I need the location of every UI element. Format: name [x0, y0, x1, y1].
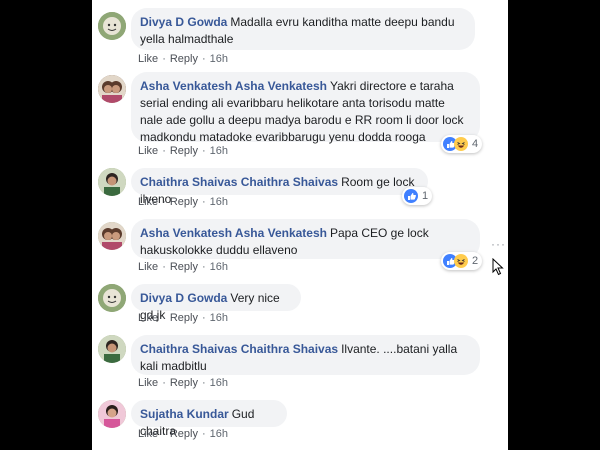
reaction-count: 4 [472, 138, 479, 150]
reaction-summary[interactable]: 2 [441, 252, 483, 270]
comment-meta: Like · Reply · 16h [138, 377, 228, 389]
comment-meta: Like · Reply · 16h [138, 312, 228, 324]
avatar[interactable] [98, 335, 126, 363]
like-link[interactable]: Like [138, 145, 158, 157]
reaction-count: 2 [472, 255, 479, 267]
comments-panel: Divya D Gowda Madalla evru kanditha matte… [92, 0, 508, 450]
comment-author[interactable]: Asha Venkatesh Asha Venkatesh [140, 226, 327, 240]
comment-bubble: Sujatha Kundar Gud chaitra [131, 400, 287, 438]
separator-dot: · [201, 261, 206, 273]
separator-dot: · [162, 428, 166, 440]
reply-link[interactable]: Reply [170, 145, 198, 157]
separator-dot: · [162, 377, 166, 389]
like-link[interactable]: Like [138, 312, 158, 324]
thumbs-up-icon [404, 189, 418, 203]
comment-timestamp[interactable]: 16h [210, 145, 228, 157]
reply-link[interactable]: Reply [170, 261, 198, 273]
separator-dot: · [162, 145, 166, 157]
like-link[interactable]: Like [138, 428, 158, 440]
comment-bubble: Chaithra Shaivas Chaithra Shaivas Ilvante… [131, 335, 480, 375]
comment-meta: Like · Reply · 16h [138, 196, 228, 208]
comment-timestamp[interactable]: 16h [210, 377, 228, 389]
separator-dot: · [201, 196, 206, 208]
avatar[interactable] [98, 222, 126, 250]
separator-dot: · [201, 312, 206, 324]
comment-bubble: Asha Venkatesh Asha Venkatesh Yakri direc… [131, 72, 480, 144]
avatar[interactable] [98, 400, 126, 428]
separator-dot: · [201, 145, 206, 157]
more-dots-icon[interactable]: ··· [491, 237, 506, 251]
avatar[interactable] [98, 75, 126, 103]
comment-author[interactable]: Divya D Gowda [140, 15, 227, 29]
separator-dot: · [162, 312, 166, 324]
reply-link[interactable]: Reply [170, 196, 198, 208]
comment-bubble: Divya D Gowda Madalla evru kanditha matte… [131, 8, 475, 50]
avatar[interactable] [98, 12, 126, 40]
separator-dot: · [162, 53, 166, 65]
like-link[interactable]: Like [138, 377, 158, 389]
separator-dot: · [201, 377, 206, 389]
comment-timestamp[interactable]: 16h [210, 196, 228, 208]
reaction-count: 1 [422, 190, 429, 202]
comment-meta: Like · Reply · 16h [138, 428, 228, 440]
mouse-cursor-icon [492, 257, 504, 281]
comment-bubble: Divya D Gowda Very nice gd jk [131, 284, 301, 322]
separator-dot: · [201, 428, 206, 440]
laughing-face-icon [454, 137, 468, 151]
comment-author[interactable]: Chaithra Shaivas Chaithra Shaivas [140, 342, 338, 356]
reply-link[interactable]: Reply [170, 428, 198, 440]
comment-timestamp[interactable]: 16h [210, 428, 228, 440]
comment-author[interactable]: Chaithra Shaivas Chaithra Shaivas [140, 175, 338, 189]
reaction-summary[interactable]: 4 [441, 135, 483, 153]
comment-bubble: Chaithra Shaivas Chaithra Shaivas Room ge… [131, 168, 428, 206]
avatar[interactable] [98, 168, 126, 196]
reaction-summary[interactable]: 1 [402, 187, 433, 205]
reply-link[interactable]: Reply [170, 312, 198, 324]
like-link[interactable]: Like [138, 261, 158, 273]
avatar[interactable] [98, 284, 126, 312]
comment-author[interactable]: Sujatha Kundar [140, 407, 229, 421]
comment-meta: Like · Reply · 16h [138, 261, 228, 273]
comment-meta: Like · Reply · 16h [138, 145, 228, 157]
comment-meta: Like · Reply · 16h [138, 53, 228, 65]
comment-author[interactable]: Asha Venkatesh Asha Venkatesh [140, 79, 327, 93]
separator-dot: · [162, 261, 166, 273]
comment-author[interactable]: Divya D Gowda [140, 291, 227, 305]
laughing-face-icon [454, 254, 468, 268]
like-link[interactable]: Like [138, 53, 158, 65]
like-link[interactable]: Like [138, 196, 158, 208]
comment-timestamp[interactable]: 16h [210, 312, 228, 324]
comment-timestamp[interactable]: 16h [210, 261, 228, 273]
reply-link[interactable]: Reply [170, 377, 198, 389]
separator-dot: · [201, 53, 206, 65]
reply-link[interactable]: Reply [170, 53, 198, 65]
comment-bubble: Asha Venkatesh Asha Venkatesh Papa CEO ge… [131, 219, 480, 259]
comment-timestamp[interactable]: 16h [210, 53, 228, 65]
separator-dot: · [162, 196, 166, 208]
